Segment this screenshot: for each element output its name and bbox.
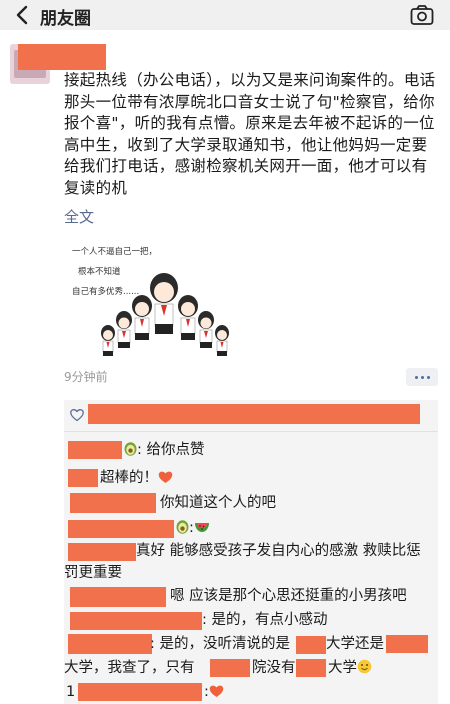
redacted-text bbox=[210, 659, 250, 677]
heart-emoji-icon bbox=[209, 685, 224, 697]
comment-1: : 给你点赞 bbox=[124, 439, 205, 461]
heart-emoji-icon bbox=[158, 471, 173, 483]
full-text-link[interactable]: 全文 bbox=[64, 206, 94, 227]
comment-8-part-a: : 是的，没听清说的是 bbox=[150, 636, 290, 652]
redacted-text bbox=[296, 659, 326, 677]
comment-8-part-b: 大学还是 bbox=[326, 636, 384, 652]
comment-8-part-d: 院没有 bbox=[252, 660, 296, 676]
comment-7-text: : 是的，有点小感动 bbox=[202, 612, 328, 628]
comment-8-part-c: 大学，我查了，只有 bbox=[64, 660, 195, 676]
comments-panel: : 给你点赞 超棒的！ 你知道这个人的吧 : 真好 能够感受孩子发自内心的感激 … bbox=[64, 400, 438, 704]
post-timestamp: 9分钟前 bbox=[64, 370, 108, 384]
avocado-emoji-icon bbox=[176, 520, 189, 534]
camera-icon[interactable] bbox=[410, 4, 434, 26]
redacted-commenter[interactable] bbox=[68, 634, 152, 654]
redacted-commenter[interactable] bbox=[68, 520, 174, 538]
redacted-commenter[interactable] bbox=[70, 587, 166, 607]
comment-2-text: 超棒的！ bbox=[100, 470, 158, 486]
comment-5-text: 真好 能够感受孩子发自内心的感激 救赎比惩罚更重要 bbox=[64, 543, 421, 581]
back-arrow-icon[interactable] bbox=[14, 4, 32, 26]
comment-6-text: 嗯 应该是那个心思还挺重的小男孩吧 bbox=[170, 588, 407, 604]
post-text: 接起热线（办公电话），以为又是来问询案件的。电话那头一位带有浓厚皖北口音女士说了… bbox=[64, 71, 436, 197]
redacted-commenter[interactable] bbox=[68, 441, 122, 459]
more-options-button[interactable] bbox=[406, 368, 438, 386]
comment-4: : bbox=[176, 517, 210, 539]
watermelon-emoji-icon bbox=[194, 523, 209, 532]
comment-2: 超棒的！ bbox=[100, 467, 173, 489]
nav-bar: 朋友圈 bbox=[0, 0, 450, 30]
image-caption-3: 自己有多优秀...... bbox=[72, 286, 139, 297]
redacted-likers[interactable] bbox=[88, 404, 420, 424]
redacted-text bbox=[296, 636, 326, 654]
redacted-commenter[interactable] bbox=[78, 683, 202, 701]
smiley-emoji-icon bbox=[357, 659, 372, 674]
comment-8-part-e-text: 大学 bbox=[328, 660, 357, 676]
redacted-commenter[interactable] bbox=[68, 469, 98, 487]
redacted-username[interactable] bbox=[18, 44, 106, 70]
redacted-commenter[interactable] bbox=[70, 612, 202, 630]
comment-1-text: : 给你点赞 bbox=[137, 442, 205, 458]
image-caption-2: 根本不知道 bbox=[78, 266, 121, 277]
likes-row bbox=[64, 400, 438, 432]
comment-9: : bbox=[204, 681, 224, 703]
image-caption-1: 一个人不逼自己一把， bbox=[72, 246, 157, 257]
page-title: 朋友圈 bbox=[40, 9, 91, 29]
redacted-commenter[interactable] bbox=[70, 493, 156, 513]
post-image[interactable]: 一个人不逼自己一把， 根本不知道 自己有多优秀...... bbox=[64, 234, 248, 374]
comment-3-text: 你知道这个人的吧 bbox=[160, 495, 276, 511]
redacted-text bbox=[386, 635, 428, 653]
comment-8-part-e: 大学 bbox=[328, 657, 372, 679]
comment-9-prefix: 1 bbox=[66, 684, 76, 700]
like-heart-icon bbox=[70, 409, 84, 422]
avocado-emoji-icon bbox=[124, 442, 137, 456]
